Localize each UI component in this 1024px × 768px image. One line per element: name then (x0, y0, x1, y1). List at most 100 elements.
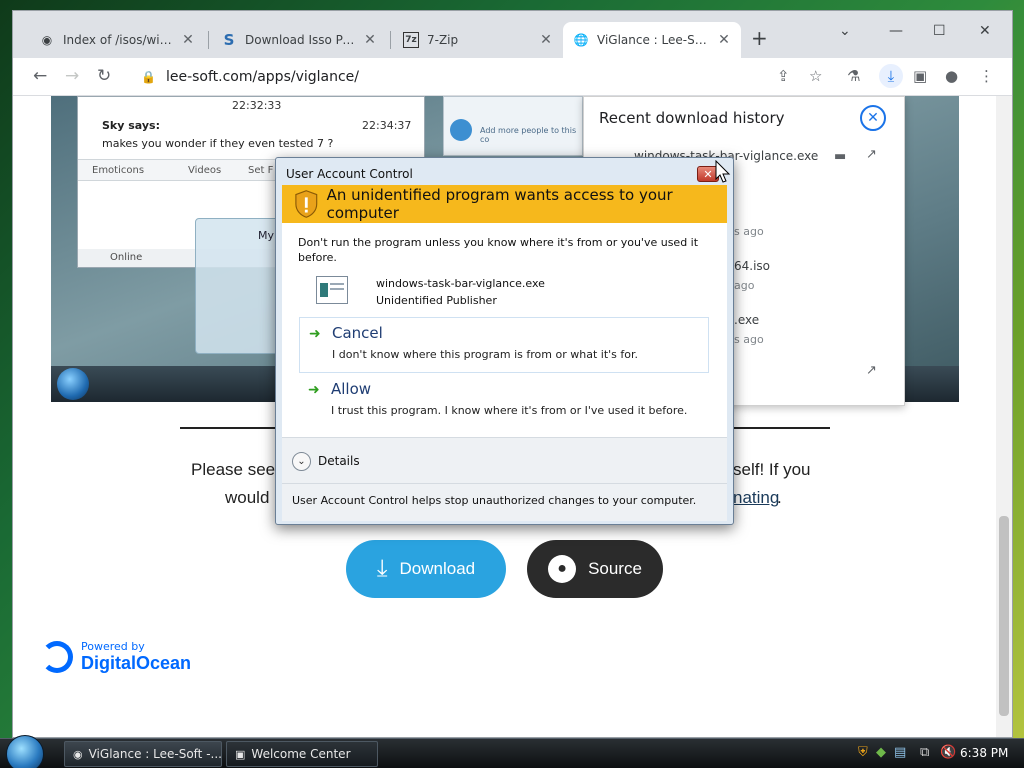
uac-banner-text: An unidentified program wants access to … (326, 186, 673, 222)
tab-download-isso[interactable]: S Download Isso Pack ✕ (211, 22, 387, 58)
digitalocean-badge[interactable]: Powered by DigitalOcean (41, 640, 191, 674)
chat-message: makes you wonder if they even tested 7 ? (102, 137, 334, 150)
allow-option[interactable]: ➜ Allow I trust this program. I know whe… (299, 374, 709, 430)
taskbar-clock[interactable]: 6:38 PM (960, 746, 1008, 760)
tab-viglance[interactable]: 🌐 ViGlance : Lee-Soft ✕ (563, 22, 741, 58)
intro-text-end: self! If you (733, 460, 811, 479)
chat-timestamp: 22:34:37 (362, 119, 412, 132)
scrollbar[interactable] (996, 96, 1012, 737)
close-icon[interactable]: ✕ (363, 32, 377, 48)
source-button[interactable]: ● Source (527, 540, 663, 598)
profile-icon[interactable]: ● (945, 67, 958, 85)
tab-7zip[interactable]: 7z 7-Zip ✕ (393, 22, 563, 58)
open-downloads-icon[interactable]: ↗ (866, 363, 877, 378)
new-tab-button[interactable]: + (751, 26, 768, 50)
download-item-name[interactable]: 64.iso (734, 259, 770, 273)
window-close-button[interactable]: ✕ (979, 23, 991, 39)
source-button-label: Source (588, 559, 642, 578)
powered-by-text: Powered by (81, 640, 145, 653)
details-bar: ⌄ Details (282, 437, 727, 483)
maximize-button[interactable]: ☐ (933, 23, 946, 39)
chat-tool-setf: Set F (248, 165, 274, 176)
chevron-down-icon[interactable]: ⌄ (292, 452, 311, 471)
security-tray-icon[interactable]: ◆ (876, 745, 886, 760)
github-icon: ● (548, 555, 577, 583)
menu-icon[interactable]: ⋮ (979, 67, 994, 85)
uac-body: Don't run the program unless you know wh… (282, 223, 727, 437)
donating-link[interactable]: nating (733, 488, 779, 508)
allow-label: Allow (331, 380, 372, 398)
folder-icon[interactable]: ▬ (834, 149, 846, 164)
download-item-name[interactable]: .exe (734, 313, 759, 327)
download-item-meta: ago (734, 279, 755, 292)
close-icon[interactable]: ✕ (181, 32, 195, 48)
volume-muted-icon[interactable]: 🔇 (940, 745, 956, 760)
globe-icon: ◉ (73, 747, 83, 761)
chat-sender: Sky says: (102, 119, 160, 132)
chat-tool-emoticons: Emoticons (92, 165, 145, 176)
labs-flask-icon[interactable]: ⚗ (847, 67, 860, 85)
program-icon (316, 276, 348, 304)
globe-icon: 🌐 (573, 33, 589, 47)
green-arrow-icon: ➜ (308, 382, 320, 398)
bookmark-star-icon[interactable]: ☆ (809, 67, 822, 85)
tab-index-isos[interactable]: ◉ Index of /isos/windo ✕ (29, 22, 205, 58)
address-bar[interactable]: 🔒 lee-soft.com/apps/viglance/ (133, 63, 873, 91)
uac-footer-text: User Account Control helps stop unauthor… (292, 494, 697, 507)
reload-button[interactable]: ↻ (97, 66, 111, 86)
app-tray-icon[interactable]: ▤ (894, 745, 906, 760)
details-toggle[interactable]: Details (318, 454, 360, 468)
cancel-option[interactable]: ➜ Cancel I don't know where this program… (299, 317, 709, 373)
intro-text-line2: would (225, 488, 270, 507)
share-icon[interactable]: ⇪ (777, 67, 790, 85)
welcome-center-icon: ▣ (235, 747, 246, 761)
download-button-label: Download (399, 559, 476, 578)
add-people-text: Add more people to this co (480, 126, 577, 144)
download-icon: ⤓ (376, 555, 388, 582)
github-icon: ◉ (41, 33, 53, 47)
warning-shield-icon (295, 190, 318, 218)
tab-separator (208, 31, 209, 49)
s-logo-icon: S (223, 31, 235, 49)
intro-text-period: . (777, 488, 782, 507)
download-button[interactable]: ⤓ Download (346, 540, 506, 598)
open-external-icon[interactable]: ↗ (866, 147, 877, 162)
mouse-cursor-icon (715, 160, 731, 183)
browser-toolbar: ← → ↻ 🔒 lee-soft.com/apps/viglance/ ⇪ ☆ … (13, 58, 1012, 96)
close-downloads-button[interactable]: ✕ (860, 105, 886, 131)
taskbar-button-welcome-center[interactable]: ▣ Welcome Center (226, 741, 378, 767)
chat-tool-videos: Videos (188, 165, 222, 176)
uac-shield-tray-icon[interactable]: ⛨ (858, 745, 868, 760)
download-icon[interactable]: ⤓ (879, 64, 903, 88)
program-name: windows-task-bar-viglance.exe (376, 277, 545, 290)
7zip-icon: 7z (403, 32, 419, 48)
tab-title: ViGlance : Lee-Soft (597, 33, 709, 47)
cancel-label: Cancel (332, 324, 383, 342)
cancel-description: I don't know where this program is from … (332, 348, 639, 361)
scrollbar-thumb[interactable] (999, 516, 1009, 716)
minimize-button[interactable]: — (889, 23, 903, 39)
tab-title: 7-Zip (427, 33, 459, 47)
uac-dialog: User Account Control ✕ An unidentified p… (275, 157, 734, 525)
start-button[interactable] (6, 735, 44, 768)
back-button[interactable]: ← (33, 66, 47, 86)
forward-button[interactable]: → (65, 66, 79, 86)
taskbar-button-viglance[interactable]: ◉ ViGlance : Lee-Soft -... (64, 741, 222, 767)
tab-title: Index of /isos/windo (63, 33, 173, 47)
close-icon[interactable]: ✕ (717, 32, 731, 48)
network-tray-icon[interactable]: ⧉ (920, 745, 929, 760)
tab-title: Download Isso Pack (245, 33, 355, 47)
add-people-panel: Add more people to this co (443, 96, 583, 156)
tab-search-icon[interactable]: ⌄ (839, 23, 851, 39)
windows-taskbar: ◉ ViGlance : Lee-Soft -... ▣ Welcome Cen… (0, 735, 1024, 768)
close-icon[interactable]: ✕ (539, 32, 553, 48)
intro-text-start: Please see (191, 460, 276, 479)
green-arrow-icon: ➜ (309, 326, 321, 342)
sidebar-icon[interactable]: ▣ (913, 67, 927, 85)
lock-icon[interactable]: 🔒 (141, 70, 156, 84)
inner-window-label: My (258, 229, 275, 242)
allow-description: I trust this program. I know where it's … (331, 404, 688, 417)
add-people-icon (450, 119, 472, 141)
taskbar-button-label: ViGlance : Lee-Soft -... (88, 747, 222, 761)
digitalocean-text: DigitalOcean (81, 653, 192, 673)
